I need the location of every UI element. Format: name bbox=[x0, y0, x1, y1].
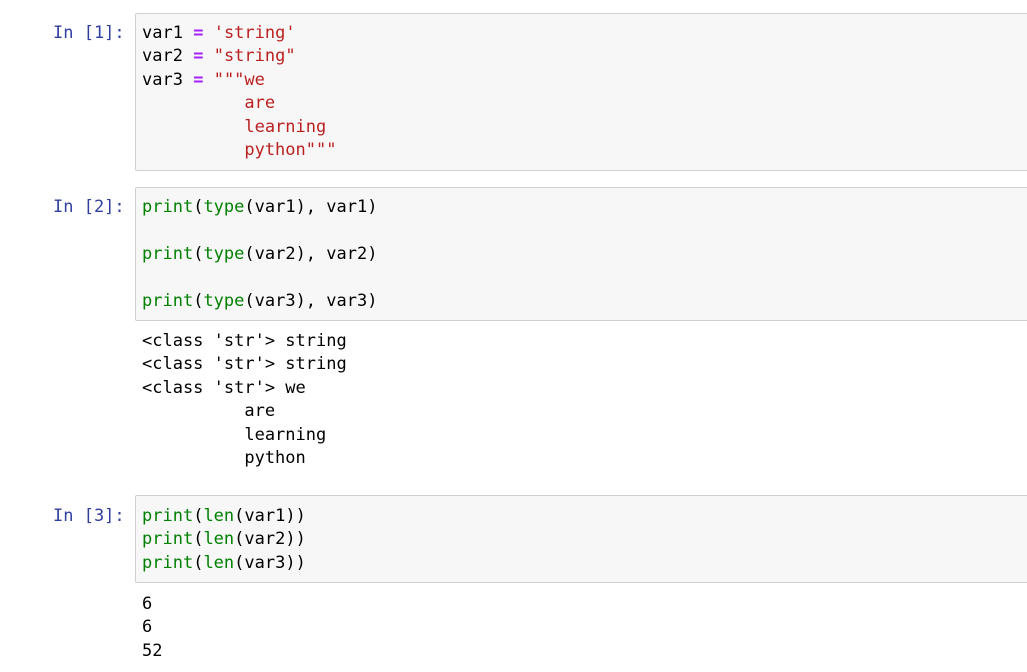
cell-2-code: print(type(var1), var1) print(type(var2),… bbox=[142, 196, 377, 313]
code-token: = bbox=[193, 23, 204, 43]
code-token: ( bbox=[193, 243, 204, 264]
code-line: print(type(var1), var1) bbox=[142, 196, 377, 219]
code-token: type bbox=[203, 197, 245, 217]
code-token: python""" bbox=[142, 139, 337, 160]
code-line: learning bbox=[142, 116, 336, 139]
code-line: var2 = "string" bbox=[142, 45, 336, 68]
code-token: len bbox=[203, 552, 235, 573]
code-token: (var1)) bbox=[234, 506, 306, 526]
code-token: print bbox=[142, 552, 194, 573]
code-token: ( bbox=[193, 506, 204, 526]
output-line: <class 'str'> string bbox=[142, 331, 347, 351]
code-token: ( bbox=[193, 290, 204, 311]
code-token: print bbox=[142, 506, 194, 526]
code-token: ( bbox=[193, 552, 204, 573]
code-token: = bbox=[193, 69, 204, 90]
code-token: "string" bbox=[213, 46, 296, 67]
output-line: python bbox=[142, 447, 306, 468]
code-line: print(type(var2), var2) bbox=[142, 243, 377, 266]
code-token: learning bbox=[142, 116, 327, 137]
code-token: (var3), var3) bbox=[244, 290, 378, 311]
output-line: 6 bbox=[142, 594, 153, 614]
code-line: are bbox=[142, 92, 336, 115]
code-token: are bbox=[142, 93, 276, 114]
code-line: print(len(var2)) bbox=[142, 528, 306, 551]
code-token: var1 bbox=[142, 23, 183, 43]
code-line: print(len(var1)) bbox=[142, 505, 306, 528]
code-token: ( bbox=[193, 197, 204, 217]
code-token: print bbox=[142, 290, 194, 311]
output-line: <class 'str'> string bbox=[142, 354, 347, 375]
code-token: print bbox=[142, 197, 194, 217]
code-token: len bbox=[203, 529, 235, 550]
code-line: print(len(var3)) bbox=[142, 552, 306, 575]
code-line: var1 = 'string' bbox=[142, 22, 336, 45]
cell-2-output: <class 'str'> string <class 'str'> string… bbox=[142, 330, 347, 470]
code-token: (var3)) bbox=[234, 552, 306, 573]
code-token: type bbox=[203, 290, 245, 311]
code-token: (var1), var1) bbox=[244, 197, 378, 217]
code-token: = bbox=[193, 46, 204, 67]
code-line: print(type(var3), var3) bbox=[142, 290, 377, 313]
code-token: len bbox=[203, 506, 235, 526]
code-token: print bbox=[142, 529, 194, 550]
code-token: ( bbox=[193, 529, 204, 550]
code-token: type bbox=[203, 243, 245, 264]
code-token: var3 bbox=[142, 69, 183, 90]
code-token: print bbox=[142, 243, 194, 264]
code-line: python""" bbox=[142, 139, 336, 162]
output-line: 6 bbox=[142, 617, 153, 638]
output-line: 52 bbox=[142, 640, 163, 661]
code-token: var2 bbox=[142, 46, 183, 67]
cell-3-code: print(len(var1)) print(len(var2)) print(le… bbox=[142, 505, 306, 575]
cell-2-prompt: In [2]: bbox=[53, 197, 125, 217]
output-line: <class 'str'> we bbox=[142, 377, 306, 398]
cell-1-code: var1 = 'string' var2 = "string" var3 = """… bbox=[142, 22, 336, 162]
output-line: are bbox=[142, 401, 276, 422]
output-line: learning bbox=[142, 424, 327, 445]
code-token: (var2)) bbox=[234, 529, 306, 550]
cell-1-prompt: In [1]: bbox=[53, 23, 125, 43]
code-line: var3 = """we bbox=[142, 69, 336, 92]
code-token: (var2), var2) bbox=[244, 243, 378, 264]
cell-3-prompt: In [3]: bbox=[53, 506, 125, 526]
code-token: 'string' bbox=[213, 23, 296, 43]
cell-3-output: 6 6 52 bbox=[142, 593, 162, 663]
code-token: """we bbox=[213, 69, 265, 90]
